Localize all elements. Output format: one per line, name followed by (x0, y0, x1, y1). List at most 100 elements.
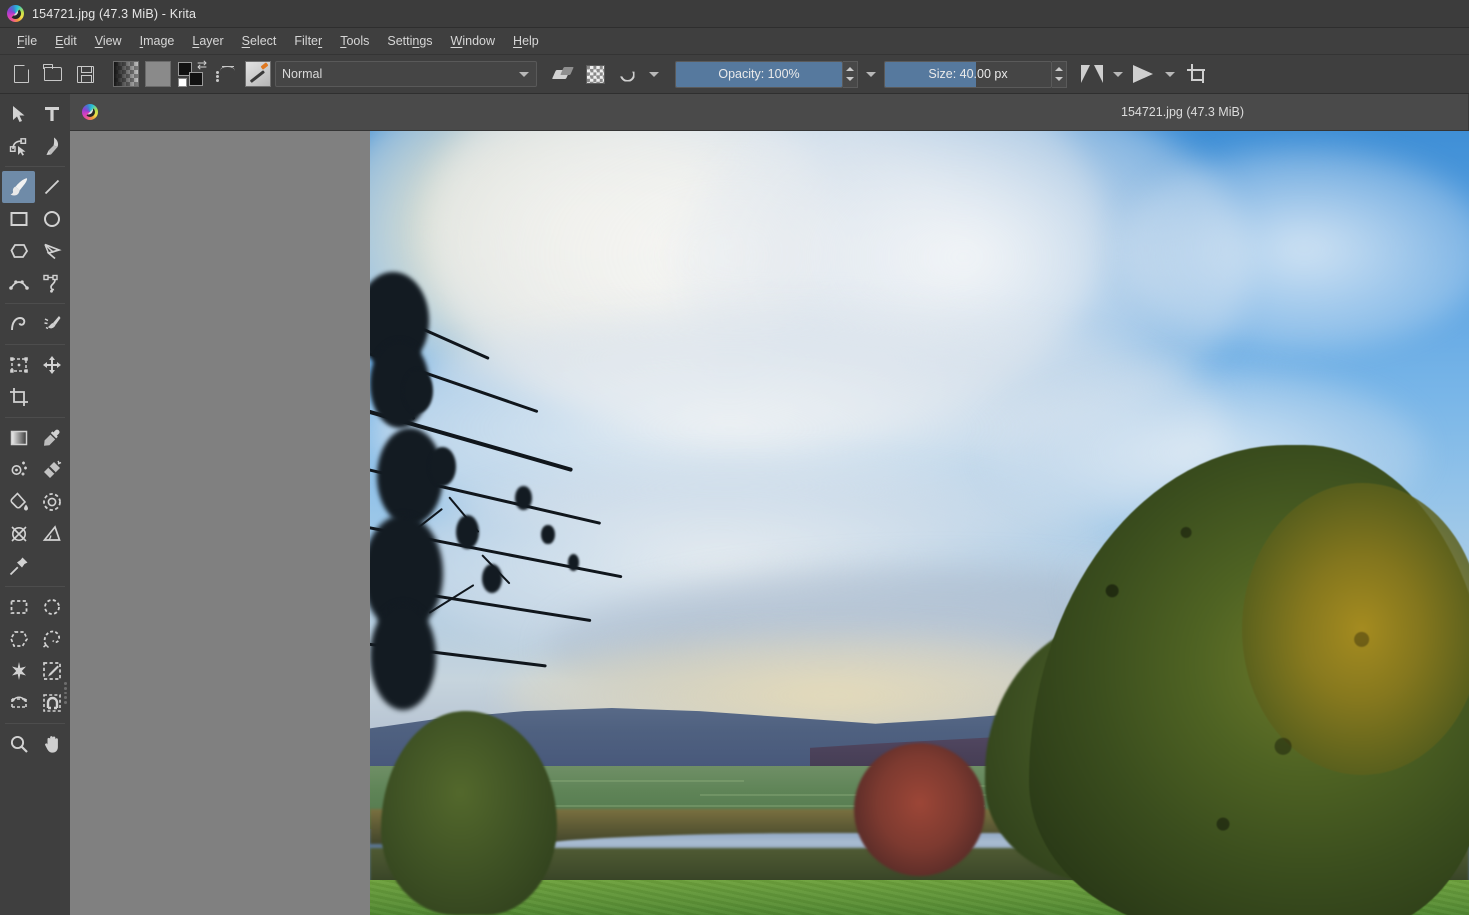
pin-icon (9, 556, 29, 576)
tool-multibrush[interactable] (35, 308, 68, 340)
tool-crop[interactable] (2, 381, 35, 413)
tool-dynamic-brush[interactable] (2, 308, 35, 340)
floppy-disk-icon (77, 66, 94, 83)
tool-fill[interactable] (2, 486, 35, 518)
canvas-viewport[interactable] (70, 131, 1469, 915)
opacity-dropdown[interactable] (860, 59, 882, 89)
tool-polyline[interactable] (35, 235, 68, 267)
tool-enclose-and-fill[interactable] (35, 486, 68, 518)
tool-edit-shapes[interactable] (2, 130, 35, 162)
menu-layer[interactable]: Layer (183, 30, 232, 52)
mirror-horizontal-dropdown[interactable] (1108, 59, 1128, 89)
blending-mode-combobox[interactable]: Normal (275, 61, 537, 87)
size-control[interactable]: Size: 40.00 px (884, 61, 1067, 88)
wraparound-icon (1187, 64, 1207, 84)
reload-preset-button[interactable] (612, 59, 642, 89)
document-area: 154721.jpg (47.3 MiB) (70, 94, 1469, 915)
crop-icon (9, 387, 29, 407)
size-slider[interactable]: Size: 40.00 px (884, 61, 1052, 88)
pattern-chooser-button[interactable] (143, 59, 173, 89)
toolbox-separator (5, 303, 65, 304)
brush-editor-button[interactable] (243, 59, 273, 89)
tool-text[interactable] (35, 98, 68, 130)
fg-bg-color-icon: ⇄ (178, 61, 206, 87)
mirror-horizontal-button[interactable] (1078, 59, 1106, 89)
tool-polygonal-selection[interactable] (2, 623, 35, 655)
opacity-control[interactable]: Opacity: 100% (675, 61, 858, 88)
menu-file[interactable]: File (8, 30, 46, 52)
opacity-slider[interactable]: Opacity: 100% (675, 61, 843, 88)
new-file-button[interactable] (6, 59, 36, 89)
brush-presets-button[interactable] (211, 59, 241, 89)
tool-ellipse[interactable] (35, 203, 68, 235)
tool-freehand-selection[interactable] (35, 623, 68, 655)
tool-transform[interactable] (2, 349, 35, 381)
tool-measure[interactable] (35, 518, 68, 550)
menu-window[interactable]: Window (442, 30, 504, 52)
menu-settings[interactable]: Settings (378, 30, 441, 52)
brush-presets-icon (216, 66, 236, 83)
tool-bezier-selection[interactable] (2, 687, 35, 719)
krita-logo-icon (7, 5, 24, 22)
menu-tools[interactable]: Tools (331, 30, 378, 52)
menu-filter[interactable]: Filter (285, 30, 331, 52)
tool-line[interactable] (35, 171, 68, 203)
tool-zoom[interactable] (2, 728, 35, 760)
tool-move[interactable] (35, 349, 68, 381)
tool-bezier-curve[interactable] (2, 267, 35, 299)
reload-preset-dropdown[interactable] (644, 59, 664, 89)
chevron-down-icon (1165, 72, 1175, 77)
ellipse-icon (42, 209, 62, 229)
swap-colors-arrow-icon[interactable]: ⇄ (197, 59, 207, 71)
image-cloud (1117, 147, 1469, 351)
mirror-vertical-dropdown[interactable] (1160, 59, 1180, 89)
paintbrush-icon (8, 176, 30, 198)
tool-gradient[interactable] (2, 422, 35, 454)
tool-rectangular-selection[interactable] (2, 591, 35, 623)
tool-smart-patch[interactable] (35, 454, 68, 486)
tool-assistant[interactable] (2, 518, 35, 550)
tool-rectangle[interactable] (2, 203, 35, 235)
menu-edit[interactable]: Edit (46, 30, 86, 52)
toolbox-splitter-handle[interactable] (62, 682, 69, 704)
size-spinner[interactable] (1052, 61, 1067, 88)
foreground-background-color-button[interactable]: ⇄ (175, 59, 209, 89)
tool-reference-images[interactable] (2, 550, 35, 582)
eraser-mode-button[interactable] (548, 59, 578, 89)
eyedropper-icon (42, 428, 62, 448)
move-arrows-icon (42, 355, 62, 375)
document-tab[interactable]: 154721.jpg (47.3 MiB) (70, 94, 1469, 130)
tool-freehand-path[interactable] (35, 267, 68, 299)
colorize-mask-icon (9, 460, 29, 480)
open-file-button[interactable] (38, 59, 68, 89)
tool-calligraphy[interactable] (35, 130, 68, 162)
menu-view[interactable]: View (86, 30, 131, 52)
tool-color-sampler[interactable] (35, 422, 68, 454)
mirror-vertical-button[interactable] (1130, 59, 1158, 89)
open-folder-icon (44, 67, 62, 81)
menu-select[interactable]: Select (233, 30, 286, 52)
hand-icon (42, 734, 62, 754)
magnet-icon (42, 693, 62, 713)
opacity-spinner[interactable] (843, 61, 858, 88)
save-file-button[interactable] (70, 59, 100, 89)
gradient-chooser-button[interactable] (111, 59, 141, 89)
preserve-alpha-button[interactable] (580, 59, 610, 89)
brush-preset-thumbnail-icon (245, 61, 271, 87)
enclose-fill-icon (42, 492, 62, 512)
menu-help[interactable]: Help (504, 30, 548, 52)
rectangular-selection-icon (9, 597, 29, 617)
tool-colorize-mask[interactable] (2, 454, 35, 486)
tool-freehand-brush[interactable] (2, 171, 35, 203)
path-nodes-icon (9, 136, 29, 156)
tool-polygon[interactable] (2, 235, 35, 267)
main-body: 154721.jpg (47.3 MiB) (0, 94, 1469, 915)
tool-elliptical-selection[interactable] (35, 591, 68, 623)
canvas-image[interactable] (370, 131, 1469, 915)
wraparound-mode-button[interactable] (1182, 59, 1212, 89)
freehand-path-icon (42, 273, 62, 293)
tool-select-shapes[interactable] (2, 98, 35, 130)
menu-image[interactable]: Image (131, 30, 184, 52)
tool-contiguous-selection[interactable] (2, 655, 35, 687)
tool-pan[interactable] (35, 728, 68, 760)
